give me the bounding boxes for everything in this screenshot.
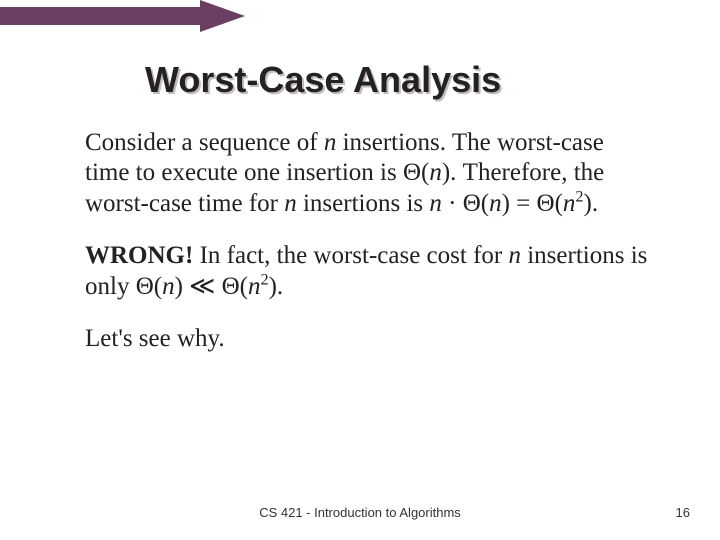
text: ). xyxy=(584,190,599,217)
slide: Worst-Case Analysis Worst-Case Analysis … xyxy=(0,0,720,540)
var-n: n xyxy=(248,273,261,300)
wrong-label: WRONG! xyxy=(85,242,193,269)
paragraph-3: Let's see why. xyxy=(85,324,650,355)
accent-arrowhead xyxy=(200,0,245,32)
text: Consider a sequence of xyxy=(85,129,324,156)
text: insertions is xyxy=(297,190,430,217)
var-n: n xyxy=(489,190,502,217)
paragraph-2: WRONG! In fact, the worst-case cost for … xyxy=(85,241,650,302)
accent-arrow-icon xyxy=(0,0,245,45)
var-n: n xyxy=(429,159,442,186)
slide-title: Worst-Case Analysis Worst-Case Analysis xyxy=(145,60,650,100)
text: ) ≪ Θ( xyxy=(175,273,248,300)
var-n: n xyxy=(162,273,175,300)
var-n: n xyxy=(324,129,337,156)
accent-bar xyxy=(0,7,200,25)
text: ). xyxy=(269,273,284,300)
text: ) = Θ( xyxy=(502,190,563,217)
text: · Θ( xyxy=(442,190,489,217)
text: In fact, the worst-case cost for xyxy=(193,242,508,269)
var-n: n xyxy=(429,190,442,217)
title-text: Worst-Case Analysis xyxy=(145,59,501,100)
paragraph-1: Consider a sequence of n insertions. The… xyxy=(85,128,650,220)
superscript: 2 xyxy=(260,270,268,288)
footer-text: CS 421 - Introduction to Algorithms xyxy=(0,505,720,520)
page-number: 16 xyxy=(676,505,690,520)
var-n: n xyxy=(284,190,297,217)
slide-body: Consider a sequence of n insertions. The… xyxy=(85,128,650,355)
var-n: n xyxy=(508,242,521,269)
var-n: n xyxy=(563,190,576,217)
superscript: 2 xyxy=(575,187,583,205)
